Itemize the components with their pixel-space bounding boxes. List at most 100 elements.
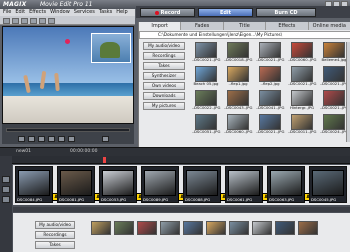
- fullscreen-icon[interactable]: [102, 136, 109, 142]
- file-item[interactable]: ..flep2.jpg: [255, 66, 285, 90]
- file-thumbnail[interactable]: [206, 221, 226, 235]
- sidebar-item[interactable]: Recordings: [35, 231, 75, 239]
- next-icon[interactable]: [58, 136, 65, 142]
- tab-import[interactable]: Import: [139, 22, 182, 30]
- menu-item-window[interactable]: Window: [50, 9, 70, 16]
- stop-icon[interactable]: [38, 136, 45, 142]
- delete-icon[interactable]: [48, 18, 55, 24]
- file-name: ..flep2.jpg: [260, 82, 280, 86]
- sidebar-item[interactable]: My pictures: [143, 102, 185, 110]
- menu-item-tasks[interactable]: Tasks: [99, 9, 112, 16]
- edit-mode-button[interactable]: Edit: [198, 8, 253, 17]
- menu-item-file[interactable]: File: [3, 9, 11, 16]
- redo-icon[interactable]: [12, 18, 19, 24]
- file-thumbnail[interactable]: [275, 221, 295, 235]
- timeline-clip[interactable]: DSC0081.JPG: [57, 166, 95, 203]
- file-thumbnail[interactable]: [137, 221, 157, 235]
- transport-controls: [2, 124, 134, 144]
- file-thumbnail[interactable]: [160, 221, 180, 235]
- prev-icon[interactable]: [28, 136, 35, 142]
- file-item[interactable]: Beach 05.jpg: [191, 66, 221, 90]
- file-item[interactable]: ..flep1.jpg: [223, 66, 253, 90]
- timeline-clip[interactable]: DSC0053.JPG: [99, 166, 137, 203]
- storyboard-icon[interactable]: [2, 176, 10, 183]
- path-field[interactable]: C:\Dokumente und Einstellungen\jlenz\Eig…: [139, 31, 350, 39]
- file-scrollbar[interactable]: [346, 42, 350, 142]
- file-item[interactable]: ..DSC0060..JPG: [223, 114, 253, 138]
- timeline-clip[interactable]: DSC0088.JPG: [183, 166, 221, 203]
- cut-icon[interactable]: [21, 18, 28, 24]
- paste-icon[interactable]: [39, 18, 46, 24]
- file-item[interactable]: ..DSC0024..JPG: [319, 114, 349, 138]
- sidebar-item[interactable]: Synthesizer: [143, 72, 185, 80]
- file-name: ..flep1.jpg: [228, 82, 248, 86]
- audio-track[interactable]: [13, 207, 350, 212]
- file-item[interactable]: ..DSC0043..JPG: [223, 90, 253, 114]
- file-grid: ..DSC0021..JPG ..DSC0018..JPG ..DSC0021..J…: [191, 42, 348, 142]
- sidebar-item[interactable]: Own videos: [143, 82, 185, 90]
- timeline-clip[interactable]: DSC0045.JPG: [309, 166, 347, 203]
- burn-mode-button[interactable]: Burn CD: [256, 8, 316, 17]
- file-item[interactable]: ..DSC0021..JPG: [191, 42, 221, 66]
- sidebar-item[interactable]: Takes: [143, 62, 185, 70]
- file-thumbnail[interactable]: [183, 221, 203, 235]
- file-item[interactable]: Belleme4.jpg: [319, 42, 349, 66]
- video-preview[interactable]: [2, 26, 134, 124]
- menu-item-effects[interactable]: Effects: [29, 9, 46, 16]
- file-thumbnail[interactable]: [298, 221, 318, 235]
- timeline-clip[interactable]: DSC0084.JPG: [15, 166, 53, 203]
- position-bar[interactable]: [6, 128, 130, 132]
- file-thumbnail: [323, 114, 345, 130]
- file-item[interactable]: ..DSC0021..JPG: [255, 42, 285, 66]
- file-item[interactable]: ..DSC0021..JPG: [319, 90, 349, 114]
- menu-item-services[interactable]: Services: [74, 9, 95, 16]
- tab-fades[interactable]: Fades: [181, 22, 224, 30]
- file-thumbnail: [195, 42, 217, 58]
- file-name: ..DSC0021..JPG: [319, 82, 349, 86]
- file-item[interactable]: ..DSC0041..JPG: [255, 90, 285, 114]
- file-item[interactable]: ..DSC0011..JPG: [287, 114, 317, 138]
- file-thumbnail[interactable]: [252, 221, 272, 235]
- file-item[interactable]: ..DSC0021..JPG: [319, 66, 349, 90]
- tab-effects[interactable]: Effects: [266, 22, 309, 30]
- scene-overview-icon[interactable]: [2, 196, 10, 203]
- file-thumbnail[interactable]: [229, 221, 249, 235]
- timeline-ruler[interactable]: [12, 156, 350, 164]
- sidebar-item[interactable]: Recordings: [143, 52, 185, 60]
- timeline-clip[interactable]: DSC0089.JPG: [141, 166, 179, 203]
- sidebar-item[interactable]: My audio/video: [35, 221, 75, 229]
- tab-title[interactable]: Title: [224, 22, 267, 30]
- file-item[interactable]: ..DSC0051..JPG: [191, 114, 221, 138]
- file-thumbnail: [291, 42, 313, 58]
- file-thumbnail: [195, 90, 217, 106]
- clip-name: DSC0088.JPG: [185, 197, 211, 202]
- project-name[interactable]: new01: [16, 148, 31, 156]
- play-icon[interactable]: [48, 136, 55, 142]
- menu-item-help[interactable]: Help: [116, 9, 127, 16]
- file-item[interactable]: ..DSC0060..JPG: [287, 42, 317, 66]
- file-item[interactable]: ..DSC0018..JPG: [223, 42, 253, 66]
- file-item[interactable]: ..DSC0021..JPG: [255, 114, 285, 138]
- record-mode-button[interactable]: Record: [140, 8, 195, 17]
- rewind-icon[interactable]: [18, 136, 25, 142]
- app-title: Movie Edit Pro 11: [40, 1, 93, 8]
- tab-online-media[interactable]: Online media: [309, 22, 350, 30]
- file-thumbnail[interactable]: [91, 221, 111, 235]
- clip-thumbnail: [228, 170, 260, 196]
- menu-item-edit[interactable]: Edit: [15, 9, 25, 16]
- undo-icon[interactable]: [3, 18, 10, 24]
- file-item[interactable]: Hintergr..JPG: [287, 90, 317, 114]
- file-thumbnail[interactable]: [114, 221, 134, 235]
- sidebar-item[interactable]: Downloads: [143, 92, 185, 100]
- file-item[interactable]: ..DSC0021..JPG: [287, 66, 317, 90]
- sidebar-item[interactable]: Takes: [35, 241, 75, 249]
- file-thumbnail: [259, 90, 281, 106]
- forward-icon[interactable]: [68, 136, 75, 142]
- timeline-clip[interactable]: DSC0063.JPG: [267, 166, 305, 203]
- sidebar-item[interactable]: My audio/video: [143, 42, 185, 50]
- timeline-mode-icon[interactable]: [2, 186, 10, 193]
- copy-icon[interactable]: [30, 18, 37, 24]
- timeline-clip[interactable]: DSC0061.JPG: [225, 166, 263, 203]
- playhead-marker[interactable]: [103, 157, 106, 163]
- file-item[interactable]: ..DSC0022..JPG: [191, 90, 221, 114]
